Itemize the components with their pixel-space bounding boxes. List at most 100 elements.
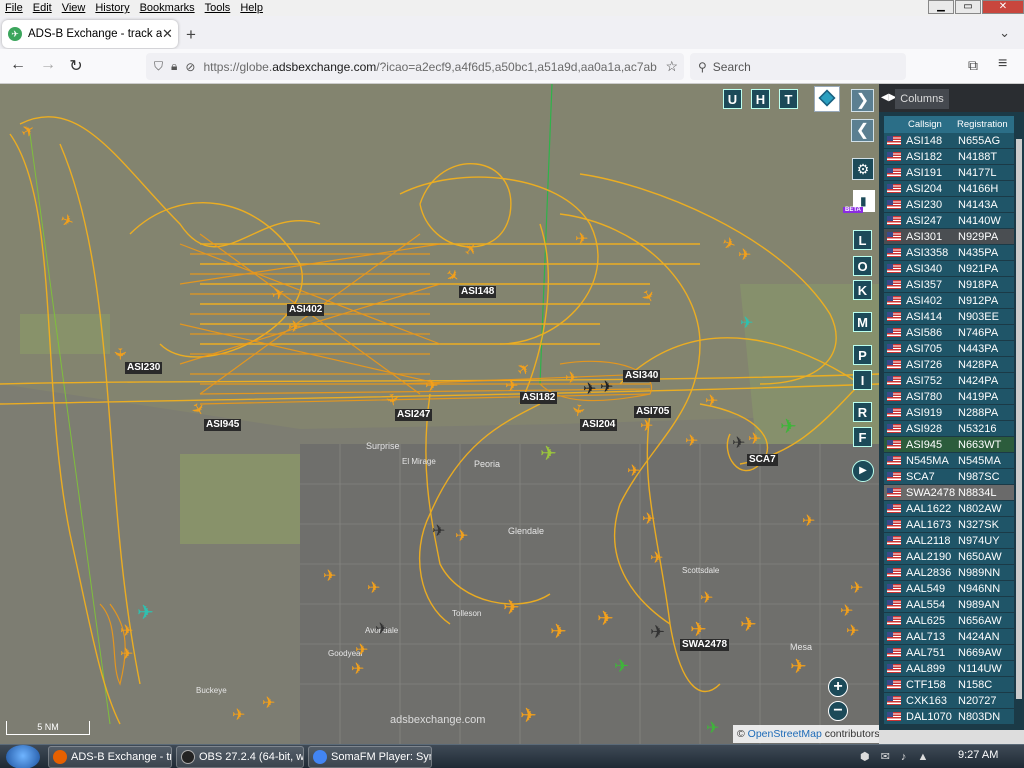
flight-label[interactable]: ASI402: [287, 304, 325, 316]
table-row[interactable]: AAL549 N946NN: [884, 581, 1014, 597]
aircraft-icon[interactable]: ✈: [355, 643, 368, 659]
replay-button[interactable]: R: [853, 402, 872, 422]
forward-button[interactable]: →: [38, 56, 58, 74]
table-row[interactable]: N545MA N545MA: [884, 453, 1014, 469]
aircraft-icon[interactable]: ✈: [111, 347, 128, 360]
aircraft-icon[interactable]: ✈: [375, 622, 388, 638]
table-row[interactable]: ASI705 N443PA: [884, 341, 1014, 357]
zoom-out-button[interactable]: −: [828, 701, 848, 721]
taskbar-item-chrome[interactable]: SomaFM Player: Syn...: [308, 746, 432, 768]
taskbar-item-obs[interactable]: OBS 27.2.4 (64-bit, wi...: [176, 746, 304, 768]
tracking-shield-icon[interactable]: ⛉: [154, 59, 163, 74]
tracks-button[interactable]: T: [779, 89, 798, 109]
aircraft-icon[interactable]: ✈: [790, 657, 807, 677]
openstreetmap-link[interactable]: OpenStreetMap: [748, 728, 822, 740]
aircraft-icon[interactable]: ✈: [650, 551, 663, 567]
aircraft-icon[interactable]: ✈: [540, 444, 557, 464]
aircraft-icon[interactable]: ✈: [323, 569, 336, 585]
aircraft-icon[interactable]: ✈: [425, 379, 438, 395]
persistence-button[interactable]: P: [853, 345, 872, 365]
table-row[interactable]: ASI204 N4166H: [884, 181, 1014, 197]
table-row[interactable]: ASI919 N288PA: [884, 405, 1014, 421]
flight-label[interactable]: ASI340: [623, 370, 661, 382]
flight-label[interactable]: ASI945: [204, 419, 242, 431]
reload-button[interactable]: ↻: [66, 56, 86, 76]
table-row[interactable]: ASI928 N53216: [884, 421, 1014, 437]
aircraft-icon[interactable]: ✈: [732, 436, 745, 452]
aircraft-icon[interactable]: ✈: [706, 721, 719, 737]
layers-button[interactable]: [814, 86, 840, 112]
vertical-scrollbar[interactable]: [1016, 139, 1022, 699]
history-button[interactable]: H: [751, 89, 770, 109]
close-window-button[interactable]: ✕: [982, 0, 1024, 14]
table-row[interactable]: AAL625 N656AW: [884, 613, 1014, 629]
table-row[interactable]: AAL713 N424AN: [884, 629, 1014, 645]
flight-map[interactable]: Surprise El Mirage Peoria Glendale Scott…: [0, 84, 879, 744]
menu-item-bookmarks[interactable]: Bookmarks: [135, 2, 200, 14]
close-tab-icon[interactable]: ✕: [162, 26, 178, 42]
aircraft-icon[interactable]: ✈: [840, 604, 853, 620]
table-row[interactable]: ASI752 N424PA: [884, 373, 1014, 389]
table-row[interactable]: SCA7 N987SC: [884, 469, 1014, 485]
aircraft-icon[interactable]: ✈: [597, 609, 614, 629]
aircraft-icon[interactable]: ✈: [685, 434, 698, 450]
columns-button[interactable]: Columns: [895, 89, 949, 109]
aircraft-icon[interactable]: ✈: [846, 624, 859, 640]
table-row[interactable]: ASI148 N655AG: [884, 133, 1014, 149]
labels-button[interactable]: L: [853, 230, 872, 250]
filter-button[interactable]: F: [853, 427, 872, 447]
horizontal-scrollbar[interactable]: [879, 730, 1024, 744]
aircraft-icon[interactable]: ✈: [850, 581, 863, 597]
column-header-registration[interactable]: Registration: [957, 119, 1008, 130]
collapse-panel-button[interactable]: ❮: [851, 119, 874, 142]
settings-button[interactable]: ⚙: [852, 158, 874, 180]
aircraft-icon[interactable]: ✈: [262, 696, 275, 712]
table-row[interactable]: ASI301 N929PA: [884, 229, 1014, 245]
table-row[interactable]: ASI402 N912PA: [884, 293, 1014, 309]
table-row[interactable]: ASI945 N663WT: [884, 437, 1014, 453]
table-row[interactable]: ASI230 N4143A: [884, 197, 1014, 213]
table-row[interactable]: ASI3358 N435PA: [884, 245, 1014, 261]
multiselect-button[interactable]: M: [853, 312, 872, 332]
bookmark-star-icon[interactable]: ☆: [665, 58, 684, 75]
aircraft-icon[interactable]: ✈: [780, 417, 797, 437]
browser-tab[interactable]: ✈ ADS-B Exchange - track aircraft ✕: [2, 20, 178, 48]
aircraft-icon[interactable]: ✈: [583, 382, 596, 398]
aircraft-icon[interactable]: ✈: [120, 624, 133, 640]
aircraft-icon[interactable]: ✈: [614, 657, 629, 675]
taskbar-item-firefox[interactable]: ADS-B Exchange - tr...: [48, 746, 172, 768]
table-row[interactable]: SWA2478 N8834L: [884, 485, 1014, 501]
aircraft-icon[interactable]: ✈: [690, 620, 707, 640]
table-row[interactable]: DAL1070 N803DN: [884, 709, 1014, 725]
aircraft-icon[interactable]: ✈: [748, 432, 761, 448]
flight-label[interactable]: ASI148: [459, 286, 497, 298]
menu-item-view[interactable]: View: [57, 2, 91, 14]
aircraft-icon[interactable]: ✈: [627, 464, 640, 480]
table-row[interactable]: CTF158 N158C: [884, 677, 1014, 693]
aircraft-icon[interactable]: ✈: [802, 514, 815, 530]
aircraft-icon[interactable]: ✈: [740, 615, 757, 635]
zoom-in-button[interactable]: +: [828, 677, 848, 697]
aircraft-icon[interactable]: ✈: [565, 371, 578, 387]
flight-label[interactable]: ASI182: [520, 392, 558, 404]
table-row[interactable]: AAL2118 N974UY: [884, 533, 1014, 549]
kml-button[interactable]: K: [853, 280, 872, 300]
url-text[interactable]: https://globe.adsbexchange.com/?icao=a2e…: [203, 60, 657, 74]
permissions-icon[interactable]: ⊘: [185, 60, 195, 74]
aircraft-icon[interactable]: ✈: [575, 232, 588, 248]
hamburger-menu-icon[interactable]: ≡: [998, 55, 1007, 73]
flight-label[interactable]: ASI247: [395, 409, 433, 421]
aircraft-icon[interactable]: ✈: [740, 316, 753, 332]
expand-panel-button[interactable]: ❯: [851, 89, 874, 112]
aircraft-icon[interactable]: ✈: [351, 662, 364, 678]
table-row[interactable]: ASI340 N921PA: [884, 261, 1014, 277]
table-row[interactable]: AAL1673 N327SK: [884, 517, 1014, 533]
flight-label[interactable]: ASI230: [125, 362, 163, 374]
flight-label[interactable]: ASI705: [634, 406, 672, 418]
search-box[interactable]: ⚲ Search: [690, 53, 906, 80]
aircraft-icon[interactable]: ✈: [568, 402, 587, 418]
table-row[interactable]: ASI414 N903EE: [884, 309, 1014, 325]
aircraft-icon[interactable]: ✈: [288, 320, 301, 336]
table-row[interactable]: AAL2836 N989NN: [884, 565, 1014, 581]
aircraft-icon[interactable]: ✈: [432, 524, 445, 540]
